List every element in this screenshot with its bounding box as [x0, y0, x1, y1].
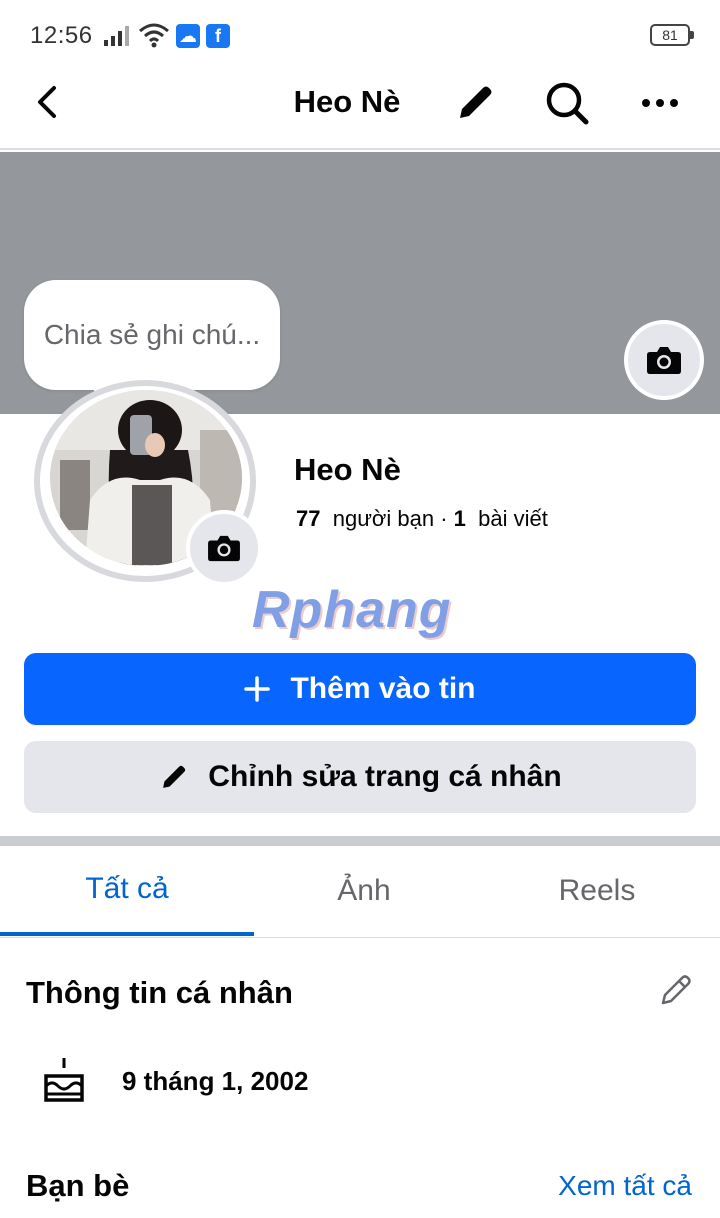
- pencil-icon[interactable]: [450, 78, 500, 128]
- tab-photos[interactable]: Ảnh: [254, 846, 474, 936]
- profile-tabs: Tất cả Ảnh Reels: [0, 846, 720, 938]
- pencil-icon: [163, 765, 186, 788]
- signal-icon: [104, 26, 129, 46]
- section-divider: [0, 836, 720, 846]
- watermark: Rphang: [252, 581, 452, 639]
- more-dots-icon[interactable]: [636, 78, 686, 128]
- battery-indicator: 81: [650, 24, 694, 46]
- profile-header: Heo Nè: [0, 70, 720, 150]
- facebook-app-icon: f: [206, 24, 230, 48]
- camera-icon: [647, 347, 681, 374]
- edit-profile-button[interactable]: Chỉnh sửa trang cá nhân: [24, 741, 696, 813]
- note-bubble[interactable]: Chia sẻ ghi chú...: [24, 280, 280, 390]
- plus-icon: [244, 676, 271, 702]
- status-bar: 12:56 ☁ f 81: [0, 0, 720, 70]
- personal-info-title: Thông tin cá nhân: [26, 975, 293, 1010]
- tab-all[interactable]: Tất cả: [0, 846, 254, 936]
- camera-icon: [208, 535, 240, 562]
- edit-profile-label: Chỉnh sửa trang cá nhân: [208, 760, 562, 793]
- add-to-story-button[interactable]: Thêm vào tin: [24, 653, 696, 725]
- posts-count: 1: [453, 506, 466, 531]
- status-time: 12:56: [30, 22, 93, 49]
- posts-label: bài viết: [478, 506, 548, 531]
- see-all-friends-link[interactable]: Xem tất cả: [558, 1170, 692, 1202]
- avatar-camera-button[interactable]: [186, 510, 262, 586]
- profile-stats: 77 người bạn · 1 bài viết: [296, 506, 548, 532]
- birthday-cake-icon: [44, 1058, 84, 1102]
- friends-title: Bạn bè: [26, 1168, 130, 1203]
- friends-count: 77: [296, 506, 321, 531]
- add-to-story-label: Thêm vào tin: [290, 672, 476, 705]
- edit-info-pencil-icon[interactable]: [658, 972, 694, 1008]
- weather-app-icon: ☁: [176, 24, 200, 48]
- cover-camera-button[interactable]: [624, 320, 704, 400]
- profile-name: Heo Nè: [294, 452, 401, 487]
- tab-reels[interactable]: Reels: [474, 846, 720, 936]
- search-icon[interactable]: [542, 78, 592, 128]
- birthday-text: 9 tháng 1, 2002: [122, 1066, 309, 1096]
- header-title: Heo Nè: [293, 84, 401, 119]
- wifi-icon: [139, 23, 169, 48]
- friends-label[interactable]: người bạn: [333, 506, 434, 531]
- stats-separator: ·: [440, 506, 448, 531]
